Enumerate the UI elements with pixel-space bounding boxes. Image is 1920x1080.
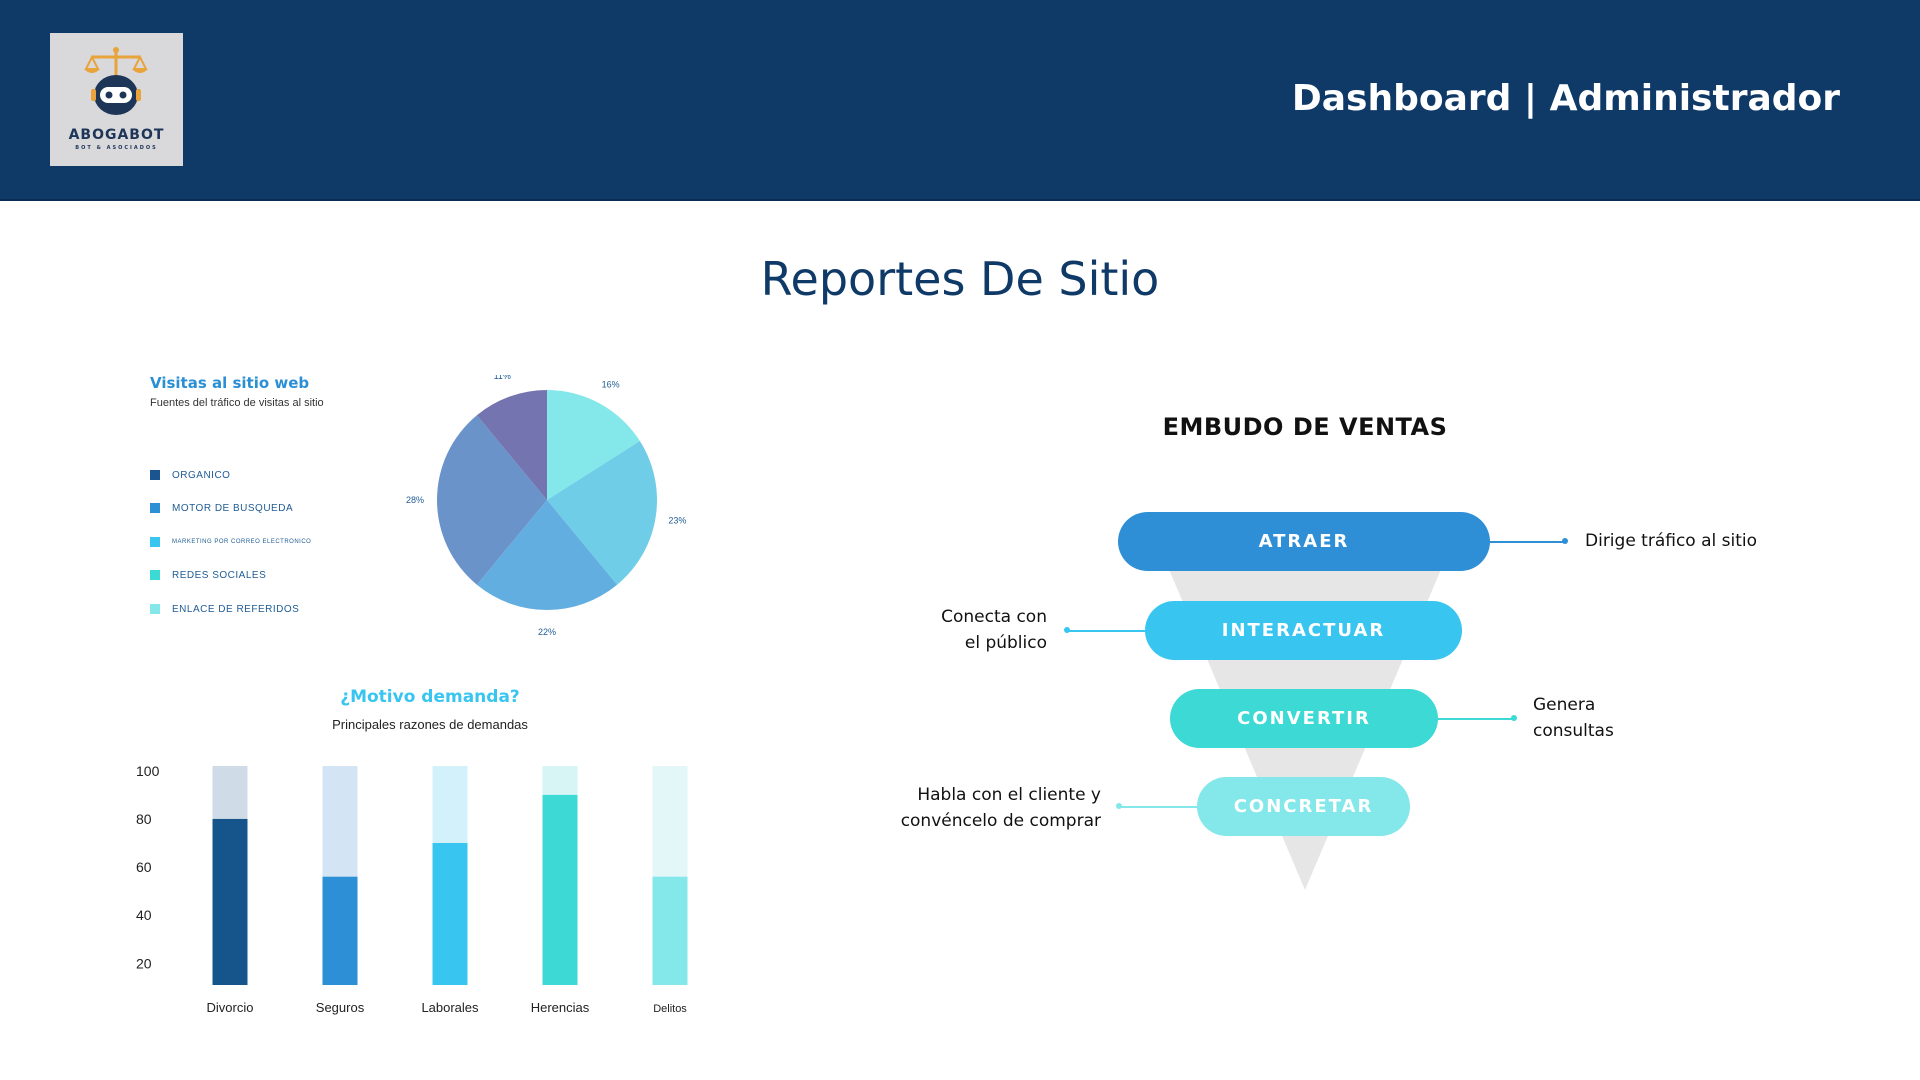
pie-slice-label: 28% <box>406 495 424 505</box>
connector-line <box>1490 541 1565 543</box>
bar-chart-title: ¿Motivo demanda? <box>340 687 520 707</box>
legend-label: REDES SOCIALES <box>172 569 267 581</box>
bar <box>652 876 688 985</box>
note-interactuar: Conecta con el público <box>850 604 1047 656</box>
pie-slice-label: 22% <box>538 627 556 637</box>
legend-label: ORGANICO <box>172 469 231 481</box>
note-concretar: Habla con el cliente y convéncelo de com… <box>850 782 1101 834</box>
pie-chart-title: Visitas al sitio web <box>150 374 310 392</box>
x-tick-label: Seguros <box>316 1000 365 1015</box>
funnel-stage-atraer[interactable]: ATRAER <box>1118 512 1490 571</box>
bar <box>322 876 358 985</box>
legend-swatch <box>150 470 160 480</box>
x-tick-label: Laborales <box>421 1000 479 1015</box>
bar <box>542 794 578 985</box>
connector-dot <box>1562 538 1568 544</box>
connector-dot <box>1116 803 1122 809</box>
brand-name: ABOGABOT <box>68 127 165 143</box>
y-tick-label: 80 <box>136 811 152 827</box>
brand-subtitle: BOT & ASOCIADOS <box>75 145 158 151</box>
pie-slice-label: 16% <box>602 379 620 389</box>
pie-slice-label: 23% <box>668 516 686 526</box>
legend-swatch <box>150 537 160 547</box>
legend-item-enlace-referidos: ENLACE DE REFERIDOS <box>150 602 299 616</box>
legend-item-marketing-correo: MARKETING POR CORREO ELECTRONICO <box>150 535 311 549</box>
header-title: Dashboard | Administrador <box>1291 78 1840 119</box>
note-line: Genera <box>1533 695 1596 715</box>
x-tick-label: Divorcio <box>207 1000 254 1015</box>
robot-scales-icon <box>84 47 148 115</box>
x-tick-label: Herencias <box>531 1000 590 1015</box>
y-tick-label: 60 <box>136 859 152 875</box>
legend-item-redes-sociales: REDES SOCIALES <box>150 568 266 582</box>
pie-chart: 16% 23% 22% 28% 11% <box>406 375 686 637</box>
brand-logo[interactable]: ABOGABOT BOT & ASOCIADOS <box>50 33 183 166</box>
legend-swatch <box>150 604 160 614</box>
pie-slice-label: 11% <box>494 375 511 381</box>
legend-label: ENLACE DE REFERIDOS <box>172 603 300 615</box>
note-convertir: Genera consultas <box>1533 692 1614 744</box>
legend-swatch <box>150 570 160 580</box>
header-bar: ABOGABOT BOT & ASOCIADOS Dashboard | Adm… <box>0 0 1920 201</box>
connector-dot <box>1064 627 1070 633</box>
bar-chart-subtitle: Principales razones de demandas <box>332 717 528 732</box>
bar-chart: 20 40 60 80 100 Divorcio Seguros Laborales Heren… <box>136 763 688 1015</box>
note-atraer: Dirige tráfico al sitio <box>1585 531 1758 551</box>
funnel-stage-convertir[interactable]: CONVERTIR <box>1170 689 1438 748</box>
page-title: Reportes De Sitio <box>760 252 1160 306</box>
y-tick-label: 100 <box>136 763 160 779</box>
note-line: Conecta con <box>941 607 1047 627</box>
funnel-stage-interactuar[interactable]: INTERACTUAR <box>1145 601 1462 660</box>
connector-line <box>1120 806 1197 808</box>
legend-label: MOTOR DE BUSQUEDA <box>172 502 294 514</box>
connector-line <box>1438 718 1514 720</box>
legend-item-motor-busqueda: MOTOR DE BUSQUEDA <box>150 501 293 515</box>
y-tick-label: 40 <box>136 907 152 923</box>
note-line: convéncelo de comprar <box>900 811 1101 831</box>
bar <box>432 843 468 985</box>
x-tick-label: Delitos <box>653 1003 687 1015</box>
pie-chart-subtitle: Fuentes del tráfico de visitas al sitio <box>150 397 324 409</box>
y-tick-label: 20 <box>136 955 152 971</box>
connector-line <box>1068 630 1145 632</box>
funnel-stage-concretar[interactable]: CONCRETAR <box>1197 777 1410 836</box>
legend-label: MARKETING POR CORREO ELECTRONICO <box>172 539 312 545</box>
note-line: el público <box>964 633 1047 653</box>
note-line: Habla con el cliente y <box>917 785 1101 805</box>
legend-item-organico: ORGANICO <box>150 468 230 482</box>
connector-dot <box>1511 715 1517 721</box>
bar <box>212 818 248 985</box>
legend-swatch <box>150 503 160 513</box>
funnel-title: EMBUDO DE VENTAS <box>1162 413 1448 441</box>
note-line: consultas <box>1533 721 1614 741</box>
